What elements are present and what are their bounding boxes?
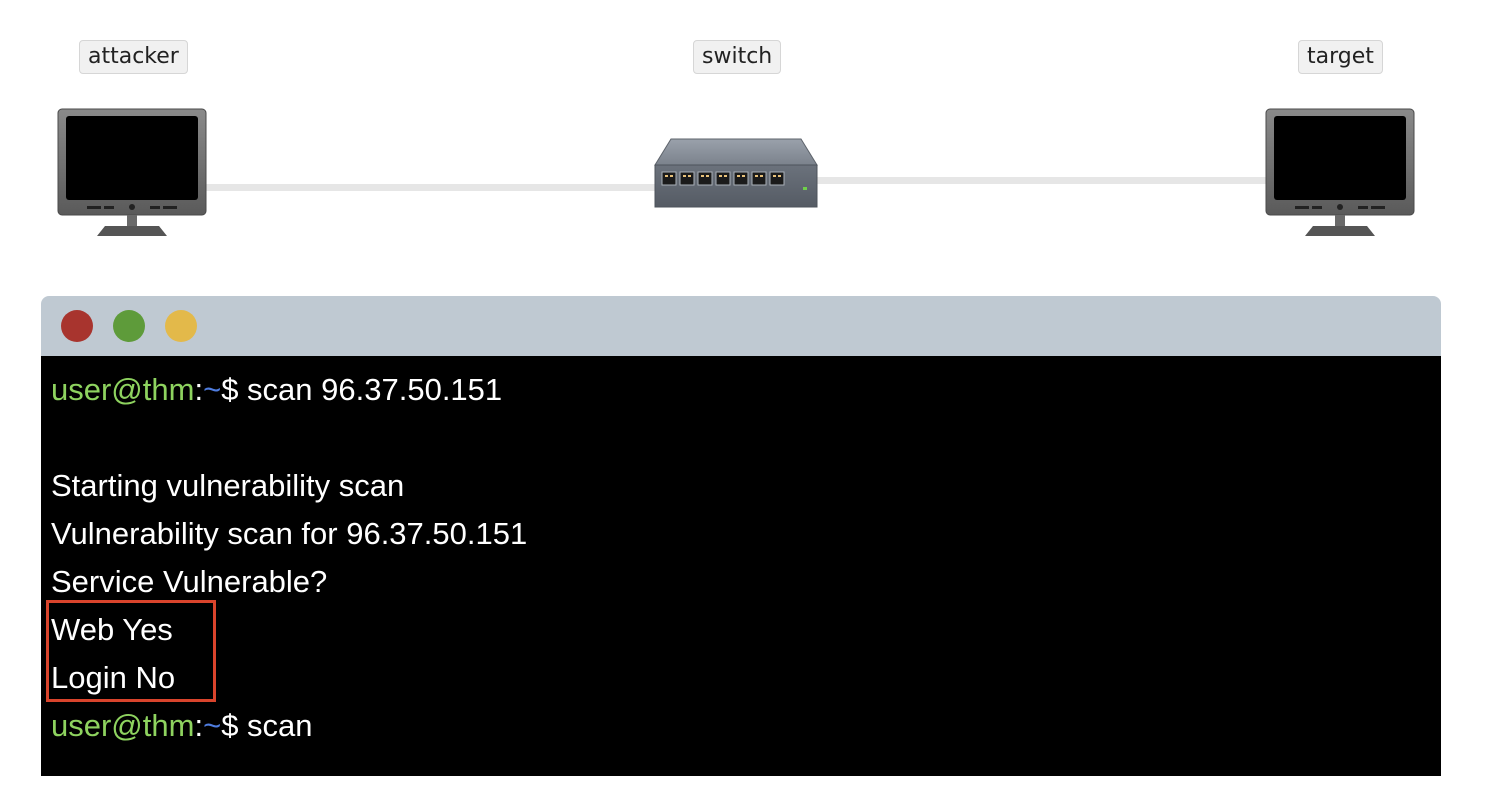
terminal-window[interactable]: user@thm:~$ scan 96.37.50.151 Starting v…: [41, 296, 1441, 776]
target-monitor-icon[interactable]: [1265, 108, 1415, 240]
command-text: scan: [238, 708, 313, 743]
prompt-path: ~: [203, 372, 222, 407]
highlight-box: [46, 600, 216, 702]
cable-switch-target: [812, 177, 1272, 184]
close-button[interactable]: [61, 310, 93, 342]
maximize-button[interactable]: [165, 310, 197, 342]
terminal-command-line: user@thm:~$ scan 96.37.50.151: [51, 372, 502, 408]
command-text: scan 96.37.50.151: [238, 372, 503, 407]
node-label-switch: switch: [693, 40, 782, 74]
prompt-symbol: $: [221, 372, 239, 407]
node-label-attacker: attacker: [79, 40, 188, 74]
terminal-output[interactable]: user@thm:~$ scan 96.37.50.151 Starting v…: [41, 356, 1441, 776]
terminal-output-line: Vulnerability scan for 96.37.50.151: [51, 516, 528, 551]
prompt-symbol: $: [221, 708, 239, 743]
attacker-monitor-icon[interactable]: [57, 108, 207, 240]
prompt-separator: :: [194, 372, 204, 407]
terminal-output-line: Starting vulnerability scan: [51, 468, 405, 503]
prompt-path: ~: [203, 708, 222, 743]
terminal-output-line: Service Vulnerable?: [51, 564, 328, 599]
minimize-button[interactable]: [113, 310, 145, 342]
network-switch-icon[interactable]: [653, 137, 819, 209]
prompt-user-host: user@thm: [51, 372, 195, 407]
cable-attacker-switch: [200, 184, 660, 191]
prompt-user-host: user@thm: [51, 708, 195, 743]
node-label-target: target: [1298, 40, 1383, 74]
terminal-command-line: user@thm:~$ scan: [51, 708, 313, 744]
prompt-separator: :: [194, 708, 204, 743]
terminal-titlebar: [41, 296, 1441, 356]
